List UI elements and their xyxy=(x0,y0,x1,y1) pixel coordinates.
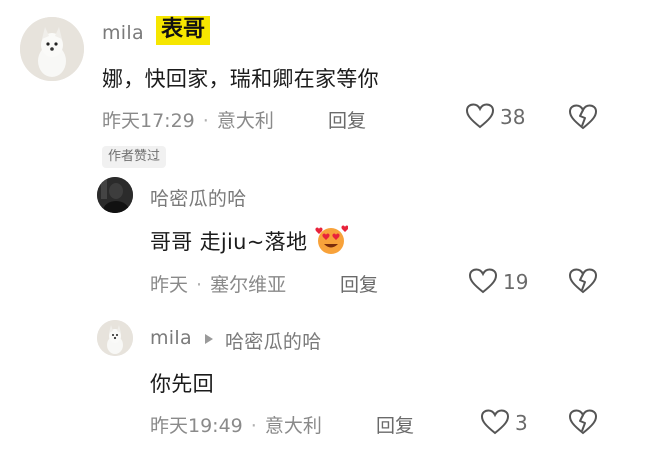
comment-meta: 昨天19:49 · 意大利 xyxy=(150,415,322,437)
timestamp: 昨天17:29 xyxy=(102,110,195,132)
heart-outline-icon[interactable] xyxy=(469,268,497,294)
username[interactable]: mila xyxy=(150,327,192,349)
location: 塞尔维亚 xyxy=(210,274,287,296)
author-liked-badge: 作者赞过 xyxy=(102,146,167,168)
username[interactable]: 哈密瓜的哈 xyxy=(150,184,247,211)
comment-meta: 昨天 · 塞尔维亚 xyxy=(150,274,287,296)
reply-button[interactable]: 回复 xyxy=(340,270,378,297)
broken-heart-icon[interactable] xyxy=(569,104,597,130)
heart-outline-icon[interactable] xyxy=(481,409,509,435)
comment-text-body: 哥哥 走jiu~落地 xyxy=(150,230,308,254)
dog-avatar-icon xyxy=(97,320,133,356)
heart-outline-icon[interactable] xyxy=(466,103,494,129)
heart-eyes-emoji-icon xyxy=(314,225,349,260)
timestamp: 昨天 xyxy=(150,274,189,296)
like-count: 3 xyxy=(515,411,528,435)
relation-tag: 表哥 xyxy=(156,16,211,45)
broken-heart-icon[interactable] xyxy=(569,409,597,435)
like-count: 19 xyxy=(503,270,529,294)
username[interactable]: mila xyxy=(102,22,144,44)
timestamp: 昨天19:49 xyxy=(150,415,243,437)
comment-text: 娜，快回家，瑞和卿在家等你 xyxy=(102,67,379,91)
location: 意大利 xyxy=(216,110,274,132)
play-triangle-icon xyxy=(204,333,214,345)
comment-text: 哥哥 走jiu~落地 xyxy=(150,225,349,260)
comment-meta: 昨天17:29 · 意大利 xyxy=(102,110,274,132)
avatar[interactable] xyxy=(97,177,133,213)
avatar[interactable] xyxy=(20,17,84,81)
broken-heart-icon[interactable] xyxy=(569,268,597,294)
comment-text: 你先回 xyxy=(150,372,214,396)
person-silhouette-icon xyxy=(97,177,133,213)
dog-avatar-icon xyxy=(20,17,84,81)
reply-button[interactable]: 回复 xyxy=(376,411,414,438)
reply-to-username[interactable]: 哈密瓜的哈 xyxy=(225,327,322,354)
avatar[interactable] xyxy=(97,320,133,356)
reply-button[interactable]: 回复 xyxy=(328,106,366,133)
like-count: 38 xyxy=(500,105,526,129)
location: 意大利 xyxy=(264,415,322,437)
